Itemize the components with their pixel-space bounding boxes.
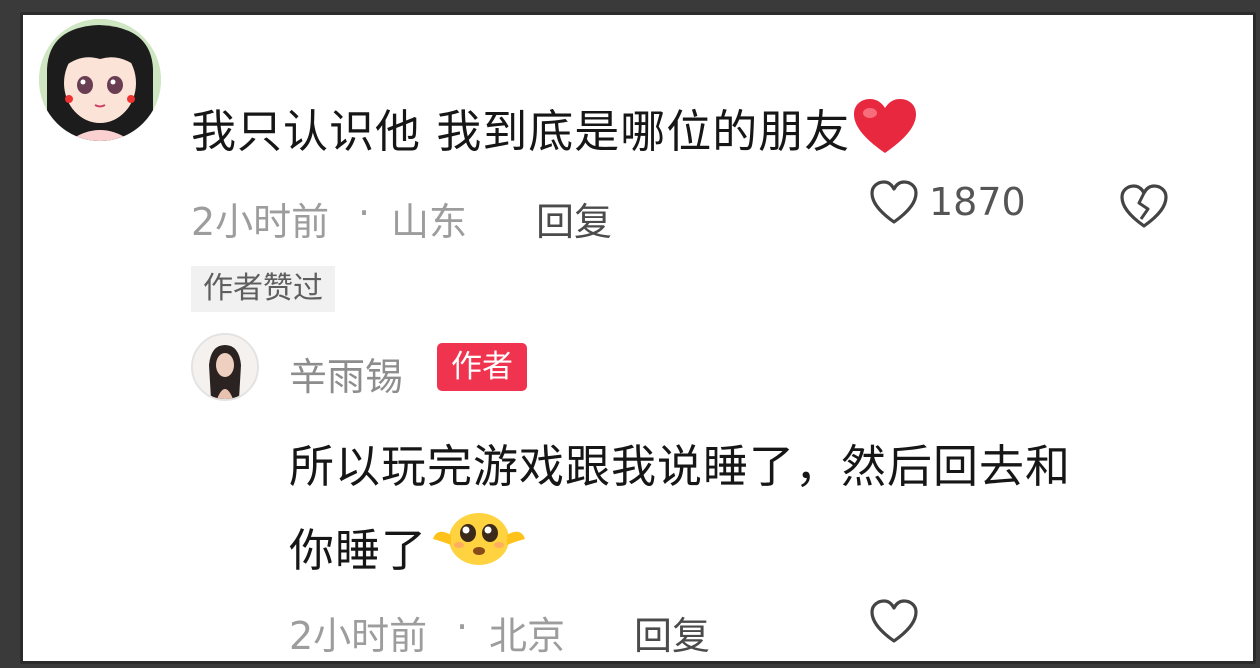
reply-text: 所以玩完游戏跟我说睡了，然后回去和 你睡了 [289, 425, 1209, 594]
author-liked-badge: 作者赞过 [191, 266, 335, 312]
meta-separator-2: · [456, 605, 469, 649]
heart-outline-icon [870, 180, 918, 224]
reply-button[interactable]: 回复 [536, 191, 612, 246]
heart-outline-icon [870, 599, 918, 643]
author-tag: 作者 [437, 343, 527, 391]
like-button[interactable]: 1870 [869, 179, 1026, 225]
reply-reply-button[interactable]: 回复 [634, 605, 710, 660]
comment-time: 2小时前 [191, 200, 330, 244]
comment-thread: 我只认识他 我到底是哪位的朋友 2小时前 · 山东 回复 1870 作者赞过 辛… [20, 12, 1256, 664]
replier-username[interactable]: 辛雨锡 [289, 346, 403, 401]
reply-body-line-1: 所以玩完游戏跟我说睡了，然后回去和 [289, 440, 1072, 493]
comment-text: 我只认识他 我到底是哪位的朋友 [191, 95, 918, 166]
like-count: 1870 [929, 180, 1026, 224]
dislike-button[interactable] [1119, 183, 1169, 233]
pleading-face-emoji [431, 505, 527, 594]
replier-avatar[interactable] [191, 333, 259, 401]
broken-heart-icon [1120, 184, 1168, 228]
reply-body-line-2: 你睡了 [289, 509, 1209, 594]
comment-body: 我只认识他 我到底是哪位的朋友 [191, 105, 851, 158]
reply-like-button[interactable] [869, 598, 919, 648]
commenter-avatar[interactable] [39, 19, 161, 141]
comment-location: 山东 [391, 200, 468, 244]
reply-body-line-2-text: 你睡了 [289, 524, 428, 577]
reply-time: 2小时前 [289, 614, 428, 658]
reply-location: 北京 [489, 614, 566, 658]
red-heart-emoji [852, 97, 918, 166]
meta-separator: · [358, 191, 371, 235]
